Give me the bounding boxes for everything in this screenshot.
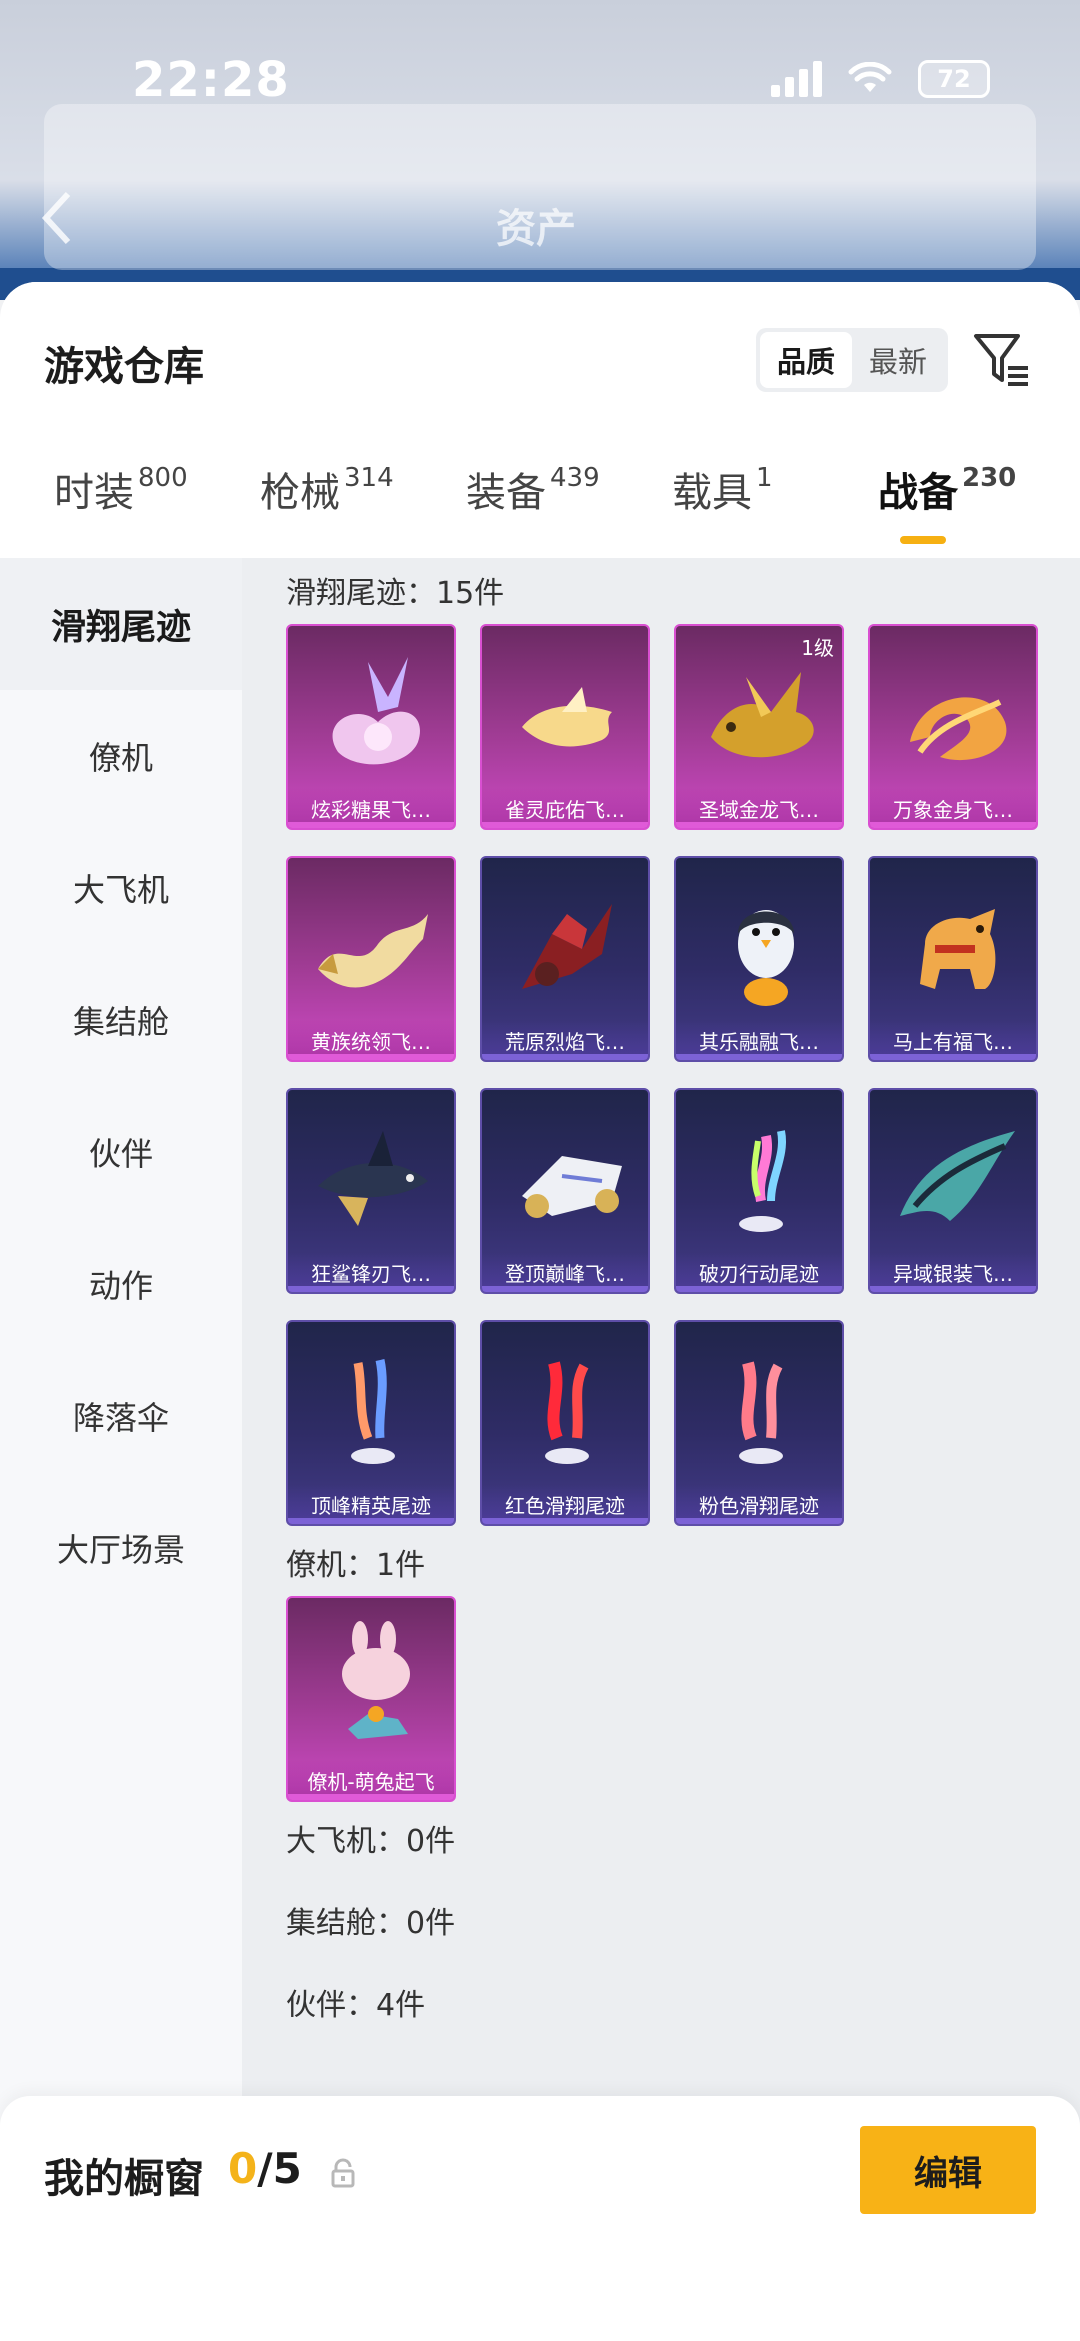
rarity-bar [288, 1794, 454, 1800]
rarity-bar [288, 822, 454, 828]
item-level: 1级 [801, 636, 834, 660]
showcase-bar: 我的橱窗 0/5 编辑 [0, 2096, 1080, 2341]
item-card[interactable]: 雀灵庇佑飞… [480, 624, 650, 830]
item-card[interactable]: 僚机-萌兔起飞 [286, 1596, 456, 1802]
penguin-icon [738, 910, 794, 1006]
rarity-bar [676, 1054, 842, 1060]
page-title: 游戏仓库 [44, 344, 204, 390]
tab-count: 1 [756, 462, 773, 493]
shark-icon [318, 1131, 428, 1226]
showcase-label: 我的橱窗 [44, 2156, 204, 2202]
item-card[interactable]: 其乐融融飞… [674, 856, 844, 1062]
rarity-bar [676, 1286, 842, 1292]
tab-count: 314 [344, 462, 394, 493]
tab-guns[interactable]: 枪械 314 [260, 460, 394, 518]
tab-vehicles[interactable]: 载具 1 [672, 460, 773, 518]
section-label: 伙伴：4件 [286, 1988, 426, 2023]
back-icon[interactable] [40, 190, 74, 246]
item-card[interactable]: 黄族统领飞… [286, 856, 456, 1062]
sidebar-item-glide-trail[interactable]: 滑翔尾迹 [0, 558, 242, 690]
tab-count: 800 [138, 462, 188, 493]
multicolor-trail-icon [351, 1359, 395, 1464]
section-label: 集结舱：0件 [286, 1906, 456, 1941]
section-label: 大飞机：0件 [286, 1824, 456, 1859]
rarity-bar [676, 822, 842, 828]
rarity-bar [482, 1286, 648, 1292]
sidebar-item-wingman[interactable]: 僚机 [0, 690, 242, 822]
item-card[interactable]: 破刃行动尾迹 [674, 1088, 844, 1294]
rarity-bar [482, 822, 648, 828]
white-jet-icon [522, 1156, 622, 1218]
section-label: 僚机：1件 [286, 1548, 426, 1583]
tab-count: 439 [550, 462, 600, 493]
rainbow-trail-icon [739, 1130, 786, 1232]
item-card[interactable]: 红色滑翔尾迹 [480, 1320, 650, 1526]
red-trail-icon [545, 1361, 589, 1464]
lock-icon [331, 2158, 355, 2188]
rarity-bar [870, 1054, 1036, 1060]
golden-bird-icon [522, 687, 612, 747]
rarity-bar [288, 1054, 454, 1060]
tab-fashion[interactable]: 时装 800 [54, 460, 188, 518]
warehouse-sheet: 游戏仓库 品质 最新 时装 800 枪械 314 装备 439 载具 1 战备 230 滑… [0, 282, 1080, 2341]
signal-icon [771, 61, 822, 97]
gold-dragon-icon [711, 672, 814, 758]
item-card[interactable]: 荒原烈焰飞… [480, 856, 650, 1062]
rarity-bar [288, 1286, 454, 1292]
filter-icon[interactable] [972, 330, 1032, 390]
item-card[interactable]: 粉色滑翔尾迹 [674, 1320, 844, 1526]
tab-combat-gear[interactable]: 战备 230 [878, 460, 1016, 518]
battery-icon: 72 [918, 60, 990, 98]
showcase-count: 0/5 [228, 2144, 302, 2193]
status-time: 22:28 [132, 52, 290, 108]
background-title: 资产 [496, 206, 576, 252]
rarity-bar [482, 1054, 648, 1060]
tab-count: 230 [962, 462, 1017, 493]
item-card[interactable]: 狂鲨锋刃飞… [286, 1088, 456, 1294]
wifi-icon [848, 62, 892, 92]
section-label: 滑翔尾迹：15件 [286, 576, 505, 611]
edit-button[interactable]: 编辑 [860, 2126, 1036, 2214]
sort-newest-button[interactable]: 最新 [852, 332, 944, 388]
sidebar-item-emote[interactable]: 动作 [0, 1218, 242, 1350]
item-card[interactable]: 异域银装飞… [868, 1088, 1038, 1294]
sort-toggle: 品质 最新 [756, 328, 948, 392]
background-page: 22:28 72 资产 [0, 0, 1080, 300]
sidebar-item-pod[interactable]: 集结舱 [0, 954, 242, 1086]
sheet-header: 游戏仓库 品质 最新 时装 800 枪械 314 装备 439 载具 1 战备 230 [0, 282, 1080, 558]
rarity-bar [482, 1518, 648, 1524]
sidebar-item-partner[interactable]: 伙伴 [0, 1086, 242, 1218]
pink-trail-icon [739, 1361, 783, 1464]
eastern-dragon-icon [318, 914, 428, 988]
teal-wing-icon [900, 1131, 1015, 1221]
bunny-drone-icon [342, 1621, 410, 1739]
sidebar-item-lobby[interactable]: 大厅场景 [0, 1482, 242, 1614]
rarity-bar [288, 1518, 454, 1524]
item-card[interactable]: 万象金身飞… [868, 624, 1038, 830]
tab-equipment[interactable]: 装备 439 [466, 460, 600, 518]
sidebar-item-parachute[interactable]: 降落伞 [0, 1350, 242, 1482]
category-sidebar: 滑翔尾迹 僚机 大飞机 集结舱 伙伴 动作 降落伞 大厅场景 [0, 558, 242, 2341]
rarity-bar [870, 1286, 1036, 1292]
item-card[interactable]: 登顶巅峰飞… [480, 1088, 650, 1294]
item-grid-area: 滑翔尾迹：15件炫彩糖果飞… 雀灵庇佑飞… 1级 圣域金龙飞… 万象金身飞… 黄族统领飞…… [242, 558, 1080, 2341]
item-card[interactable]: 马上有福飞… [868, 856, 1038, 1062]
candy-wing-icon [332, 657, 420, 765]
item-card[interactable]: 1级 圣域金龙飞… [674, 624, 844, 830]
item-card[interactable]: 炫彩糖果飞… [286, 624, 456, 830]
active-tab-indicator [900, 536, 946, 544]
sort-quality-button[interactable]: 品质 [760, 332, 852, 388]
toy-horse-icon [920, 909, 996, 989]
item-card[interactable]: 顶峰精英尾迹 [286, 1320, 456, 1526]
rarity-bar [676, 1518, 842, 1524]
status-icons: 72 [771, 60, 990, 98]
red-mech-icon [522, 904, 612, 989]
fire-swirl-icon [910, 697, 1007, 761]
sidebar-item-big-plane[interactable]: 大飞机 [0, 822, 242, 954]
rarity-bar [870, 822, 1036, 828]
